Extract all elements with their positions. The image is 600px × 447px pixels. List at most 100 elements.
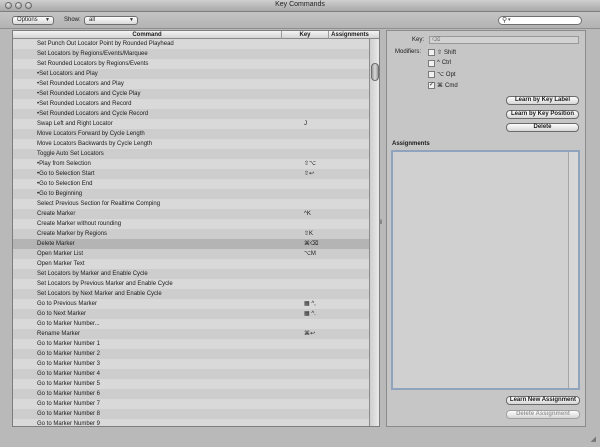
modifier-label-ctrl: ^ Ctrl xyxy=(437,60,451,66)
learn-new-assignment-button[interactable]: Learn New Assignment xyxy=(506,396,580,405)
command-name: Go to Marker Number 1 xyxy=(37,341,101,347)
command-name: Set Rounded Locators by Regions/Events xyxy=(37,61,149,67)
key-commands-table: Command Key Assignments Set Punch Out Lo… xyxy=(12,30,380,427)
modifier-name: Shift xyxy=(444,50,457,56)
learn-by-key-position-button[interactable]: Learn by Key Position xyxy=(506,110,579,119)
command-name: Go to Marker Number... xyxy=(37,321,100,327)
table-row[interactable]: Set Locators by Regions/Events/Marquee xyxy=(13,49,369,59)
modifier-checkbox-opt[interactable] xyxy=(428,71,435,78)
table-row[interactable]: •Go to Selection Start ⇧↩ xyxy=(13,169,369,179)
command-name: Go to Marker Number 6 xyxy=(37,391,101,397)
key-shortcut: ⌘⌫ xyxy=(304,241,319,247)
table-row[interactable]: Move Locators Backwards by Cycle Length xyxy=(13,139,369,149)
command-name: •Go to Selection End xyxy=(37,181,93,187)
key-label: Key: xyxy=(412,37,425,43)
table-row[interactable]: Open Marker List ⌥M xyxy=(13,249,369,259)
table-row[interactable]: Go to Marker Number 6 xyxy=(13,389,369,399)
modifier-symbol-icon: ⌥ xyxy=(437,72,444,78)
table-row[interactable]: Move Locators Forward by Cycle Length xyxy=(13,129,369,139)
assignments-list[interactable] xyxy=(391,150,580,390)
table-row[interactable]: Set Locators by Previous Marker and Enab… xyxy=(13,279,369,289)
table-row[interactable]: •Set Rounded Locators and Cycle Record xyxy=(13,109,369,119)
command-name: Set Punch Out Locator Point by Rounded P… xyxy=(37,41,174,47)
command-name: Go to Marker Number 2 xyxy=(37,351,101,357)
modifier-checkbox-shift[interactable] xyxy=(428,49,435,56)
table-row[interactable]: Go to Marker Number 8 xyxy=(13,409,369,419)
table-row[interactable]: Set Locators by Next Marker and Enable C… xyxy=(13,289,369,299)
table-row[interactable]: Go to Marker Number 2 xyxy=(13,349,369,359)
table-row[interactable]: •Go to Beginning xyxy=(13,189,369,199)
scrollbar-thumb[interactable] xyxy=(371,63,379,81)
command-name: Swap Left and Right Locator xyxy=(37,121,113,127)
key-shortcut: ⇧K xyxy=(304,231,314,237)
command-name: Go to Marker Number 3 xyxy=(37,361,101,367)
search-options-icon[interactable]: ▾ xyxy=(508,17,511,23)
dropdown-arrow-icon: ▼ xyxy=(45,17,50,23)
assignments-heading: Assignments xyxy=(392,141,430,147)
command-name: •Go to Beginning xyxy=(37,191,83,197)
delete-button[interactable]: Delete xyxy=(506,123,579,132)
table-row[interactable]: Set Punch Out Locator Point by Rounded P… xyxy=(13,39,369,49)
command-name: Move Locators Backwards by Cycle Length xyxy=(37,141,153,147)
table-row[interactable]: Go to Marker Number 5 xyxy=(13,379,369,389)
split-view-handle-icon[interactable]: ‖ xyxy=(380,220,384,230)
table-row[interactable]: Go to Marker Number 1 xyxy=(13,339,369,349)
assignments-scrollbar[interactable] xyxy=(568,152,578,388)
resize-grip-icon[interactable]: ◢ xyxy=(591,435,596,443)
command-name: Go to Marker Number 7 xyxy=(37,401,101,407)
search-field[interactable]: ⚲ ▾ xyxy=(498,16,582,25)
table-row[interactable]: Create Marker by Regions ⇧K xyxy=(13,229,369,239)
learn-by-key-label-button[interactable]: Learn by Key Label xyxy=(506,96,579,105)
command-name: Open Marker Text xyxy=(37,261,85,267)
table-row[interactable]: Go to Marker Number 9 xyxy=(13,419,369,426)
table-row[interactable]: Open Marker Text xyxy=(13,259,369,269)
key-shortcut: ⇧↩ xyxy=(304,171,315,177)
key-shortcut: ^K xyxy=(304,211,311,217)
modifier-name: Opt xyxy=(445,72,456,78)
modifier-checkbox-cmd[interactable]: ✓ xyxy=(428,82,435,89)
command-name: •Go to Selection Start xyxy=(37,171,95,177)
command-name: Set Locators by Next Marker and Enable C… xyxy=(37,291,162,297)
title-bar: Key Commands xyxy=(0,0,600,12)
modifier-label-shift: ⇧ Shift xyxy=(437,49,456,56)
table-row[interactable]: Go to Marker Number 4 xyxy=(13,369,369,379)
table-scrollbar[interactable] xyxy=(369,39,379,426)
table-row[interactable]: Go to Next Marker ▦ ^. xyxy=(13,309,369,319)
table-row[interactable]: •Play from Selection ⇧⌥ xyxy=(13,159,369,169)
modifier-checkbox-ctrl[interactable] xyxy=(428,60,435,67)
show-label: Show: xyxy=(64,17,81,23)
command-name: Create Marker by Regions xyxy=(37,231,108,237)
modifiers-label: Modifiers: xyxy=(395,49,422,55)
column-header-key[interactable]: Key xyxy=(282,31,329,39)
options-menu[interactable]: Options ▼ xyxy=(12,16,54,25)
table-row[interactable]: Go to Marker Number... xyxy=(13,319,369,329)
table-row[interactable]: Create Marker without rounding xyxy=(13,219,369,229)
table-row[interactable]: Create Marker ^K xyxy=(13,209,369,219)
table-row[interactable]: •Set Rounded Locators and Play xyxy=(13,79,369,89)
table-row[interactable]: •Go to Selection End xyxy=(13,179,369,189)
command-name: Move Locators Forward by Cycle Length xyxy=(37,131,145,137)
table-row[interactable]: Go to Previous Marker ▦ ^, xyxy=(13,299,369,309)
table-row[interactable]: Set Rounded Locators by Regions/Events xyxy=(13,59,369,69)
show-filter-select[interactable]: all ▼ xyxy=(84,16,138,25)
table-row[interactable]: Select Previous Section for Realtime Com… xyxy=(13,199,369,209)
table-row[interactable]: •Set Rounded Locators and Record xyxy=(13,99,369,109)
table-row[interactable]: Swap Left and Right Locator J xyxy=(13,119,369,129)
command-name: •Set Rounded Locators and Cycle Record xyxy=(37,111,149,117)
command-name: Open Marker List xyxy=(37,251,84,257)
table-row[interactable]: Set Locators by Marker and Enable Cycle xyxy=(13,269,369,279)
window-title: Key Commands xyxy=(275,1,325,8)
column-header-assignments[interactable]: Assignments xyxy=(329,31,371,39)
table-row[interactable]: Rename Marker ⌘↩ xyxy=(13,329,369,339)
command-name: Go to Next Marker xyxy=(37,311,87,317)
table-row[interactable]: Delete Marker ⌘⌫ xyxy=(13,239,369,249)
command-name: Go to Previous Marker xyxy=(37,301,98,307)
command-name: Rename Marker xyxy=(37,331,81,337)
table-row[interactable]: Go to Marker Number 7 xyxy=(13,399,369,409)
key-field[interactable]: ⌫ xyxy=(429,36,579,44)
table-row[interactable]: •Set Rounded Locators and Cycle Play xyxy=(13,89,369,99)
table-row[interactable]: Toggle Auto Set Locators xyxy=(13,149,369,159)
column-header-command[interactable]: Command xyxy=(13,31,282,39)
table-row[interactable]: •Set Locators and Play xyxy=(13,69,369,79)
table-row[interactable]: Go to Marker Number 3 xyxy=(13,359,369,369)
